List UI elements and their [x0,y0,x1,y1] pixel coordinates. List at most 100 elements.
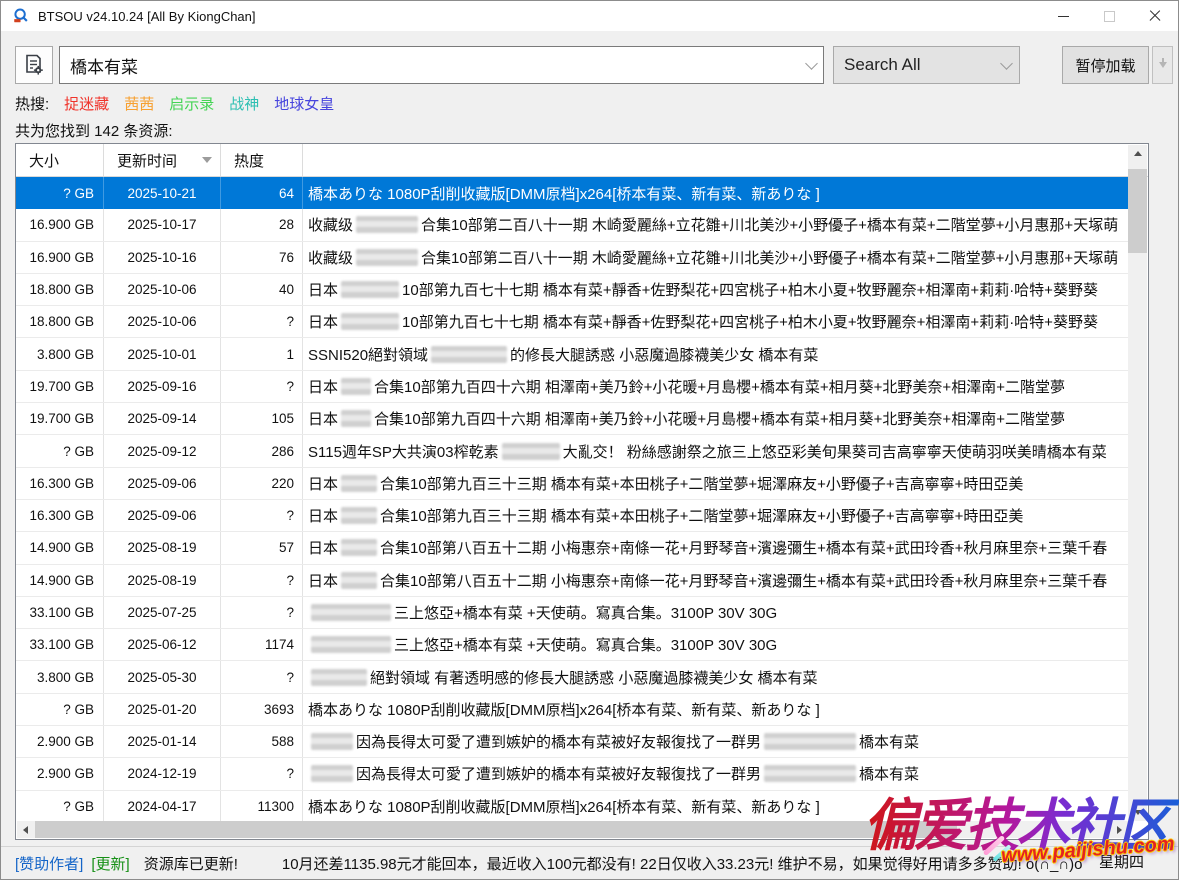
scroll-up-button[interactable] [1128,145,1147,162]
result-title: 日本合集10部第九百三十三期 橋本有菜+本田桃子+二階堂夢+堀澤麻友+小野優子+… [303,468,1129,499]
table-row[interactable]: 14.900 GB2025-08-1957日本合集10部第八百五十二期 小梅惠奈… [16,532,1129,564]
horizontal-scroll-thumb[interactable] [35,821,957,838]
censored-blur [764,733,856,750]
result-title: 收藏级 合集10部第二百八十一期 木崎愛麗絲+立花雛+川北美沙+小野優子+橋本有菜… [303,242,1129,273]
table-header: 大小 更新时间 热度 [16,144,1148,177]
hotsearch-label: 热搜: [15,93,49,114]
table-row[interactable]: 3.800 GB2025-10-011SSNI520絕對領域 的修長大腿誘惑 小… [16,338,1129,370]
title-text: 10部第九百七十七期 橋本有菜+靜香+佐野梨花+四宮桃子+柏木小夏+牧野麗奈+相… [402,311,1098,332]
cell-date: 2025-10-06 [104,274,221,305]
cell-size: 16.900 GB [16,209,104,240]
table-row[interactable]: ? GB2025-10-2164橋本ありな 1080P刮削收藏版[DMM原档]x… [16,177,1129,209]
table-row[interactable]: 3.800 GB2025-05-30?絕對領域 有著透明感的修長大腿誘惑 小惡魔… [16,661,1129,693]
hotsearch-item[interactable]: 地球女皇 [274,93,334,114]
cell-date: 2025-08-19 [104,565,221,596]
cell-size: 2.900 GB [16,758,104,789]
scroll-left-button[interactable] [17,821,34,838]
search-input[interactable] [60,47,799,83]
sponsor-author-link[interactable]: [赞助作者] [15,853,83,874]
chevron-down-icon [805,57,818,70]
table-row[interactable]: 16.300 GB2025-09-06?日本合集10部第九百三十三期 橋本有菜+… [16,500,1129,532]
column-header-title[interactable] [303,144,1148,176]
title-text: 合集10部第八百五十二期 小梅惠奈+南條一花+月野琴音+濱邊彌生+橋本有菜+武田… [380,570,1107,591]
table-row[interactable]: 16.900 GB2025-10-1676收藏级合集10部第二百八十一期 木崎愛… [16,242,1129,274]
title-text: 合集10部第二百八十一期 木崎愛麗絲+立花雛+川北美沙+小野優子+橋本有菜+二階… [421,247,1118,268]
table-row[interactable]: 19.700 GB2025-09-14105日本合集10部第九百四十六期 相澤南… [16,403,1129,435]
censored-blur [341,410,371,427]
title-text: S115週年SP大共演03榨乾素 [308,441,499,462]
censored-blur [341,572,377,589]
result-title: S115週年SP大共演03榨乾素 大亂交！ 粉絲感謝祭之旅三上悠亞彩美旬果葵司吉高… [303,435,1129,466]
toolbar: Search All 暂停加载 [1,31,1178,91]
arrow-right-icon [1117,826,1122,834]
pause-loading-button[interactable]: 暂停加载 [1062,46,1149,84]
update-link[interactable]: [更新] [91,853,129,874]
censored-blur [356,216,418,233]
engine-select[interactable]: Search All [833,46,1020,84]
maximize-button[interactable] [1086,1,1132,31]
table-row[interactable]: 33.100 GB2025-07-25? 三上悠亞+橋本有菜 +天使萌。寫真合集… [16,597,1129,629]
cell-date: 2025-10-01 [104,338,221,369]
status-bar: [赞助作者] [更新] 资源库已更新! 10月还差1135.98元才能回本，最近… [1,846,1178,879]
table-row[interactable]: 2.900 GB2025-01-14588 因為長得太可愛了遭到嫉妒的橋本有菜被… [16,726,1129,758]
cell-date: 2025-10-17 [104,209,221,240]
censored-blur [311,636,391,653]
table-row[interactable]: 2.900 GB2024-12-19? 因為長得太可愛了遭到嫉妒的橋本有菜被好友… [16,758,1129,790]
chevron-down-icon [1000,57,1013,70]
search-combobox[interactable] [59,46,824,84]
search-dropdown-arrow[interactable] [799,63,823,68]
cell-size: ? GB [16,435,104,466]
censored-blur [311,765,353,782]
table-row[interactable]: 14.900 GB2025-08-19?日本合集10部第八百五十二期 小梅惠奈+… [16,565,1129,597]
cell-heat: 11300 [221,791,303,822]
title-text: 收藏级 [308,214,353,235]
title-text: 合集10部第二百八十一期 木崎愛麗絲+立花雛+川北美沙+小野優子+橋本有菜+二階… [421,214,1118,235]
title-text: 收藏级 [308,247,353,268]
title-text: 大亂交！ 粉絲感謝祭之旅三上悠亞彩美旬果葵司吉高寧寧天使萌羽咲美晴橋本有菜 [563,441,1107,462]
hotsearch-item[interactable]: 战神 [229,93,259,114]
table-row[interactable]: ? GB2025-01-203693橋本ありな 1080P刮削收藏版[DMM原档… [16,694,1129,726]
arrow-up-icon [1134,151,1142,156]
cell-size: 16.300 GB [16,468,104,499]
title-text: 日本 [308,537,338,558]
table-row[interactable]: 18.800 GB2025-10-06?日本10部第九百七十七期 橋本有菜+靜香… [16,306,1129,338]
hotsearch-item[interactable]: 启示录 [169,93,214,114]
table-row[interactable]: 19.700 GB2025-09-16?日本合集10部第九百四十六期 相澤南+美… [16,371,1129,403]
scroll-right-button[interactable] [1111,821,1128,838]
column-header-size[interactable]: 大小 [16,144,104,176]
censored-blur [341,507,377,524]
table-row[interactable]: 16.900 GB2025-10-1728收藏级合集10部第二百八十一期 木崎愛… [16,209,1129,241]
hotsearch-item[interactable]: 捉迷藏 [64,93,109,114]
cell-date: 2025-06-12 [104,629,221,660]
hotsearch-bar: 热搜: 捉迷藏茜茜启示录战神地球女皇 [15,93,334,114]
cell-size: 18.800 GB [16,306,104,337]
minimize-button[interactable] [1040,1,1086,31]
vertical-scroll-thumb[interactable] [1128,169,1147,253]
app-logo-magnifier-icon [12,7,30,25]
title-text: 合集10部第九百三十三期 橋本有菜+本田桃子+二階堂夢+堀澤麻友+小野優子+吉高… [380,505,1023,526]
search-settings-button[interactable] [15,46,53,84]
title-text: 日本 [308,376,338,397]
vertical-scrollbar[interactable] [1128,145,1147,821]
horizontal-scrollbar[interactable] [17,821,1128,838]
table-row[interactable]: 33.100 GB2025-06-121174 三上悠亞+橋本有菜 +天使萌。寫… [16,629,1129,661]
column-header-date[interactable]: 更新时间 [104,144,221,176]
table-row[interactable]: 16.300 GB2025-09-06220日本合集10部第九百三十三期 橋本有… [16,468,1129,500]
title-text: 合集10部第八百五十二期 小梅惠奈+南條一花+月野琴音+濱邊彌生+橋本有菜+武田… [380,537,1107,558]
title-text: 橋本ありな 1080P刮削收藏版[DMM原档]x264[桥本有菜、新有菜、新あり… [308,699,820,720]
close-button[interactable] [1132,1,1178,31]
hotsearch-item[interactable]: 茜茜 [124,93,154,114]
scroll-down-button[interactable] [1128,804,1147,821]
table-row[interactable]: ? GB2025-09-12286S115週年SP大共演03榨乾素大亂交！ 粉絲… [16,435,1129,467]
title-text: 合集10部第九百三十三期 橋本有菜+本田桃子+二階堂夢+堀澤麻友+小野優子+吉高… [380,473,1023,494]
column-header-heat[interactable]: 热度 [221,144,303,176]
censored-blur [341,378,371,395]
results-table: 大小 更新时间 热度 ? GB2025-10-2164橋本ありな 1080P刮削… [15,143,1149,840]
download-button[interactable] [1152,46,1173,84]
cell-size: 2.900 GB [16,726,104,757]
cell-heat: 64 [221,177,303,209]
table-row[interactable]: ? GB2024-04-1711300橋本ありな 1080P刮削收藏版[DMM原… [16,791,1129,822]
cell-size: 33.100 GB [16,597,104,628]
table-row[interactable]: 18.800 GB2025-10-0640日本10部第九百七十七期 橋本有菜+靜… [16,274,1129,306]
censored-blur [311,669,367,686]
